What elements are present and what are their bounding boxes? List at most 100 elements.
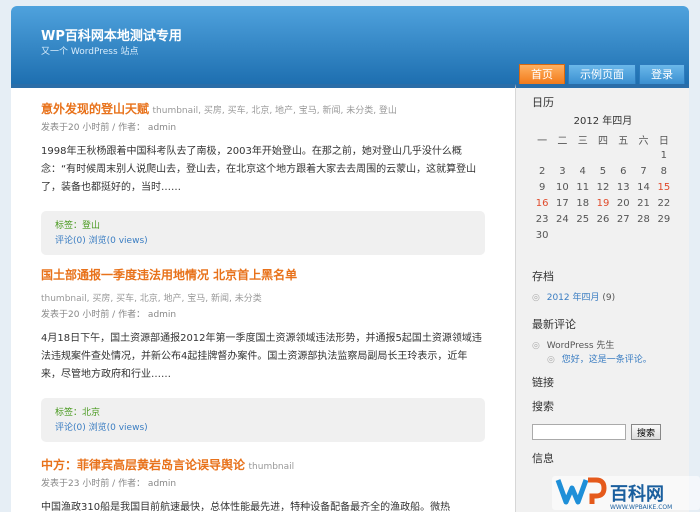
calendar-day: 18 (576, 197, 590, 209)
nav-login[interactable]: 登录 (639, 64, 685, 84)
calendar-empty-cell (573, 147, 593, 163)
calendar-day: 14 (637, 181, 650, 193)
post-meta: 发表于23 小时前 / 作者： admin (41, 479, 177, 489)
calendar-day: 24 (556, 213, 569, 225)
archive-count: (9) (602, 293, 616, 303)
post-tags[interactable]: thumbnail (249, 462, 295, 472)
comments-link[interactable]: 评论(0) (55, 423, 86, 433)
post: 中方：菲律宾高层黄岩岛言论误导舆论 thumbnail 发表于23 小时前 / … (41, 456, 485, 512)
calendar-week: 9 10 11 12 13 14 15 (532, 179, 674, 195)
comment-link[interactable]: 您好，这是一条评论。 (562, 355, 652, 365)
calendar-day: 7 (640, 165, 647, 177)
post-excerpt: 中国渔政310船是我国目前航速最快，总体性能最先进，特种设备配备最齐全的渔政船。… (41, 502, 451, 512)
post: 意外发现的登山天赋 thumbnail, 买房, 买车, 北京, 地产, 宝马,… (41, 100, 485, 255)
nav-sample-page[interactable]: 示例页面 (568, 64, 636, 84)
post-tag-line[interactable]: 标签：北京 (55, 408, 100, 418)
comment-item: WordPress 先生 (532, 338, 615, 351)
calendar-week: 23 24 25 26 27 28 29 (532, 211, 674, 227)
calendar-day: 3 (559, 165, 566, 177)
comment-author: WordPress 先生 (546, 341, 615, 351)
calendar-day: 30 (535, 229, 549, 241)
calendar-day: 11 (576, 181, 590, 193)
calendar-day: 15 (657, 181, 671, 193)
calendar-week: 1 (532, 147, 674, 163)
post-title[interactable]: 国土部通报一季度违法用地情况 北京首上黑名单 (41, 266, 485, 283)
calendar-day: 2 (538, 165, 546, 177)
post-tags[interactable]: thumbnail, 买房, 买车, 北京, 地产, 宝马, 新闻, 未分类 (41, 291, 485, 304)
comment-link-row: 您好，这是一条评论。 (547, 352, 652, 365)
calendar-empty-cell (633, 147, 653, 163)
calendar-day: 22 (657, 197, 671, 209)
calendar-weekday: 二 (557, 135, 568, 147)
search-button[interactable]: 搜索 (631, 424, 661, 440)
views-count[interactable]: 浏览(0 views) (89, 423, 148, 433)
sidebar: 日历 2012 年四月 一二三四五六日 1 2 3 4 5 6 7 8 9 10 11 12 13 14 1… (515, 84, 689, 512)
calendar-day: 6 (620, 165, 627, 177)
calendar-empty-cell (613, 147, 633, 163)
calendar-empty-cell (633, 227, 653, 243)
post-footer: 标签：登山 评论(0) 浏览(0 views) (41, 211, 485, 255)
calendar-title: 日历 (532, 96, 554, 109)
calendar-week: 2 3 4 5 6 7 8 (532, 163, 674, 179)
wpbaike-logo-watermark: 百科网 WWW.WPBAIKE.COM (552, 476, 700, 511)
calendar-day: 21 (637, 197, 650, 209)
calendar-empty-cell (573, 227, 593, 243)
calendar-day: 8 (660, 165, 668, 177)
post-footer: 标签：北京 评论(0) 浏览(0 views) (41, 398, 485, 442)
search-input[interactable] (532, 424, 626, 440)
links-title: 链接 (532, 376, 554, 389)
calendar-day: 12 (596, 181, 610, 193)
post-title[interactable]: 中方：菲律宾高层黄岩岛言论误导舆论 (41, 458, 245, 472)
calendar-week: 30 (532, 227, 674, 243)
calendar-empty-cell (552, 147, 572, 163)
post-meta: 发表于20 小时前 / 作者： admin (41, 310, 177, 320)
calendar-weekday: 六 (638, 135, 649, 147)
calendar-day: 19 (596, 197, 610, 209)
archive-link[interactable]: 2012 年四月 (547, 293, 600, 303)
watermark-url: WWW.WPBAIKE.COM (610, 504, 672, 511)
calendar-day: 29 (657, 213, 671, 225)
post-tags[interactable]: thumbnail, 买房, 买车, 北京, 地产, 宝马, 新闻, 未分类, … (153, 106, 397, 116)
calendar-week: 16 17 18 19 20 21 22 (532, 195, 674, 211)
archive-title: 存档 (532, 270, 554, 283)
post-title-row: 意外发现的登山天赋 thumbnail, 买房, 买车, 北京, 地产, 宝马,… (41, 100, 485, 117)
main-nav: 首页 示例页面 登录 (519, 64, 685, 84)
watermark-text: 百科网 (610, 483, 664, 505)
views-count[interactable]: 浏览(0 views) (89, 236, 148, 246)
info-title: 信息 (532, 452, 554, 465)
calendar: 2012 年四月 一二三四五六日 1 2 3 4 5 6 7 8 9 10 11 12 13 14 15 16… (532, 112, 674, 243)
calendar-empty-cell (654, 227, 674, 243)
site-header: WP百科网本地测试专用 又一个 WordPress 站点 首页 示例页面 登录 (11, 6, 689, 84)
calendar-weekday: 日 (658, 135, 669, 147)
archive-item: 2012 年四月 (9) (532, 290, 615, 303)
calendar-day: 25 (576, 213, 590, 225)
nav-home[interactable]: 首页 (519, 64, 565, 84)
post-tag-line[interactable]: 标签：登山 (55, 221, 100, 231)
calendar-day: 17 (556, 197, 569, 209)
recent-comments-title: 最新评论 (532, 318, 576, 331)
post-meta: 发表于20 小时前 / 作者： admin (41, 123, 177, 133)
calendar-day: 1 (660, 149, 668, 161)
calendar-day: 9 (538, 181, 546, 193)
main-content: 意外发现的登山天赋 thumbnail, 买房, 买车, 北京, 地产, 宝马,… (11, 84, 515, 512)
calendar-day: 13 (616, 181, 630, 193)
calendar-empty-cell (593, 147, 613, 163)
calendar-weekday: 三 (577, 135, 588, 147)
post: 国土部通报一季度违法用地情况 北京首上黑名单 thumbnail, 买房, 买车… (41, 266, 485, 442)
calendar-day: 27 (616, 213, 630, 225)
calendar-empty-cell (593, 227, 613, 243)
calendar-weekday: 四 (597, 135, 608, 147)
calendar-caption: 2012 年四月 (573, 116, 633, 127)
calendar-empty-cell (613, 227, 633, 243)
comments-link[interactable]: 评论(0) (55, 236, 86, 246)
calendar-weekday: 五 (618, 135, 629, 147)
post-title-row: 中方：菲律宾高层黄岩岛言论误导舆论 thumbnail (41, 456, 485, 473)
calendar-day: 4 (579, 165, 586, 177)
post-excerpt: 4月18日下午，国土资源部通报2012年第一季度国土资源领域违法形势，并通报5起… (41, 333, 482, 380)
post-excerpt: 1998年王秋杨跟着中国科考队去了南极，2003年开始登山。在那之前，她对登山几… (41, 146, 477, 193)
calendar-empty-cell (532, 147, 552, 163)
post-title[interactable]: 意外发现的登山天赋 (41, 102, 149, 116)
calendar-day: 10 (556, 181, 569, 193)
search-title: 搜索 (532, 400, 554, 413)
site-title[interactable]: WP百科网本地测试专用 (41, 25, 182, 44)
